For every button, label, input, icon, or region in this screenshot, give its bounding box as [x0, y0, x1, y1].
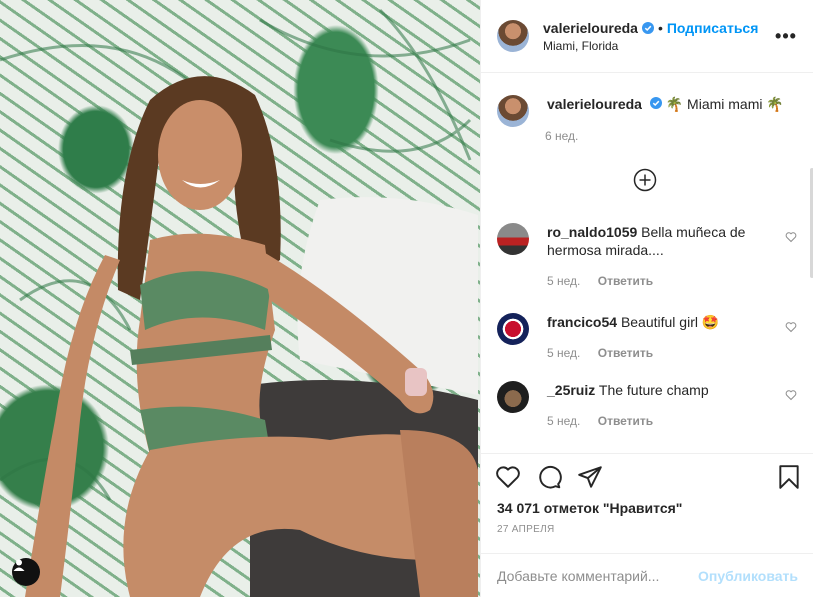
follow-button[interactable]: Подписаться: [667, 20, 759, 36]
post-photo[interactable]: [0, 0, 480, 597]
likes-count[interactable]: 34 071 отметок "Нравится": [497, 500, 682, 516]
photo-illustration: [0, 8, 478, 597]
post-location[interactable]: Miami, Florida: [543, 39, 774, 53]
caption-text: 🌴 Miami mami 🌴: [665, 96, 784, 112]
verified-badge-icon: [649, 97, 662, 109]
commenter-username[interactable]: francico54: [547, 314, 617, 330]
heart-icon[interactable]: [785, 389, 797, 401]
caption-avatar[interactable]: [497, 95, 529, 127]
bookmark-icon[interactable]: [776, 464, 802, 490]
author-username[interactable]: valerieloureda: [543, 20, 638, 36]
separator-dot: •: [657, 19, 663, 36]
post-details-panel: valerieloureda • Подписаться Miami, Flor…: [480, 0, 813, 597]
commenter-avatar[interactable]: [497, 313, 529, 345]
caption-username[interactable]: valerieloureda: [547, 96, 642, 112]
comment-timestamp[interactable]: 5 нед.: [547, 346, 580, 360]
user-tag-icon[interactable]: [12, 558, 40, 586]
comment-item: francico54 Beautiful girl 🤩 5 нед. Ответ…: [497, 313, 797, 362]
reply-button[interactable]: Ответить: [598, 346, 653, 360]
caption: valerieloureda 🌴 Miami mami 🌴: [497, 95, 787, 127]
reply-button[interactable]: Ответить: [598, 274, 653, 288]
plus-circle-icon[interactable]: [633, 168, 657, 192]
commenter-avatar[interactable]: [497, 223, 529, 255]
comments-list: valerieloureda 🌴 Miami mami 🌴 6 нед. ro_…: [481, 73, 813, 453]
comment-text: The future champ: [598, 382, 709, 398]
reply-button[interactable]: Ответить: [598, 414, 653, 428]
post-header: valerieloureda • Подписаться Miami, Flor…: [481, 0, 813, 73]
commenter-avatar[interactable]: [497, 381, 529, 413]
comment-timestamp[interactable]: 5 нед.: [547, 274, 580, 288]
comment-input[interactable]: [497, 567, 699, 584]
author-avatar[interactable]: [497, 20, 529, 52]
commenter-username[interactable]: _25ruiz: [547, 382, 595, 398]
comment-bubble-icon[interactable]: [536, 464, 562, 490]
commenter-username[interactable]: ro_naldo1059: [547, 224, 637, 240]
comment-timestamp[interactable]: 5 нед.: [547, 414, 580, 428]
publish-button[interactable]: Опубликовать: [698, 568, 798, 584]
caption-timestamp[interactable]: 6 нед.: [545, 129, 578, 143]
post-actions: 34 071 отметок "Нравится" 27 апреля: [481, 453, 813, 553]
heart-icon[interactable]: [785, 231, 797, 243]
verified-badge-icon: [641, 21, 654, 34]
comment-item: _25ruiz The future champ 5 нед. Ответить: [497, 381, 797, 430]
post-date[interactable]: 27 апреля: [497, 524, 554, 535]
heart-icon[interactable]: [785, 321, 797, 333]
heart-icon[interactable]: [495, 464, 521, 490]
comment-text: Beautiful girl 🤩: [620, 314, 720, 330]
more-options-icon[interactable]: •••: [774, 26, 798, 47]
add-comment-bar: Опубликовать: [481, 553, 813, 597]
comment-item: ro_naldo1059 Bella muñeca de hermosa mir…: [497, 223, 797, 290]
paper-plane-icon[interactable]: [577, 464, 603, 490]
